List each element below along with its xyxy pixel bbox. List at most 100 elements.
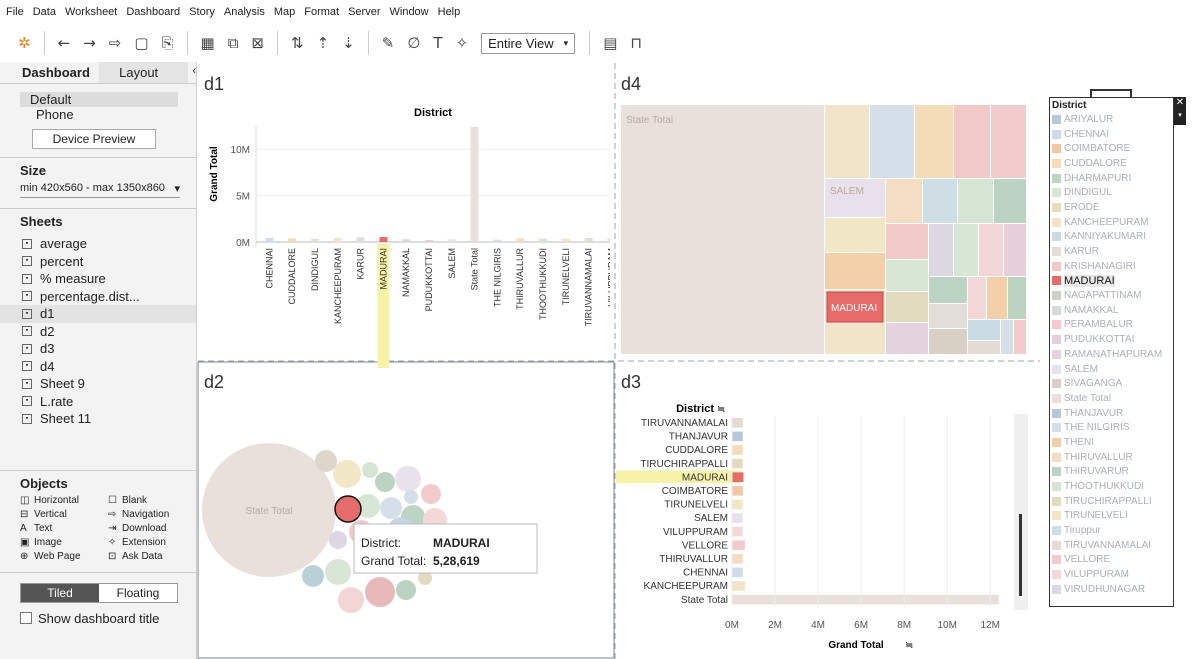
d3-bar[interactable] xyxy=(732,445,743,455)
d1-bar[interactable] xyxy=(379,237,388,242)
d3-bar[interactable] xyxy=(732,472,744,482)
bubble[interactable] xyxy=(338,587,364,613)
legend-item[interactable]: SIVAGANGA xyxy=(1050,376,1173,391)
bubble[interactable] xyxy=(395,466,421,492)
treemap-cell[interactable] xyxy=(915,105,953,178)
legend-item[interactable]: NAMAKKAL xyxy=(1050,303,1173,318)
d3-bar[interactable] xyxy=(732,458,743,469)
treemap-cell[interactable] xyxy=(929,329,967,354)
legend-item[interactable]: NAGAPATTINAM xyxy=(1050,288,1173,303)
legend-item[interactable]: VILUPPURAM xyxy=(1050,567,1173,582)
treemap-cell[interactable] xyxy=(954,105,990,178)
d1-bar[interactable] xyxy=(356,237,365,242)
treemap-cell[interactable] xyxy=(968,277,986,319)
legend-item[interactable]: KANNIYAKUMARI xyxy=(1050,230,1173,245)
legend-item[interactable]: PERAMBALUR xyxy=(1050,318,1173,333)
legend-item[interactable]: State Total xyxy=(1050,391,1173,406)
bubble[interactable] xyxy=(396,580,416,600)
legend-item[interactable]: TIRUCHIRAPPALLI xyxy=(1050,494,1173,509)
legend-item[interactable]: THANJAVUR xyxy=(1050,406,1173,421)
treemap-salem[interactable] xyxy=(825,179,885,217)
legend-item[interactable]: MADURAI xyxy=(1050,274,1173,289)
legend-item[interactable]: PUDUKKOTTAI xyxy=(1050,332,1173,347)
d1-bar[interactable] xyxy=(425,240,433,242)
legend-item[interactable]: CHENNAI xyxy=(1050,127,1173,142)
treemap-cell[interactable] xyxy=(825,253,885,289)
legend-item[interactable]: KANCHEEPURAM xyxy=(1050,215,1173,230)
legend-item[interactable]: RAMANATHAPURAM xyxy=(1050,347,1173,362)
treemap-cell[interactable] xyxy=(929,277,967,303)
d3-scrollbar-thumb[interactable] xyxy=(1019,514,1022,596)
legend-item[interactable]: CUDDALORE xyxy=(1050,156,1173,171)
treemap-cell[interactable] xyxy=(886,179,922,223)
d1-bar[interactable] xyxy=(607,238,610,242)
treemap-cell[interactable] xyxy=(929,304,967,328)
d1-bar[interactable] xyxy=(311,238,319,242)
close-icon[interactable]: ✕ xyxy=(1176,97,1184,108)
d3-bar[interactable] xyxy=(732,594,999,605)
legend-item[interactable]: THOOTHUKKUDI xyxy=(1050,479,1173,494)
d1-bar[interactable] xyxy=(470,126,479,242)
treemap-cell[interactable] xyxy=(991,105,1026,178)
treemap-cell[interactable] xyxy=(1014,320,1026,354)
legend-item[interactable]: ARIYALUR xyxy=(1050,112,1173,127)
chevron-down-icon[interactable]: ▾ xyxy=(1178,112,1182,119)
bubble[interactable] xyxy=(333,460,361,488)
d1-bar[interactable] xyxy=(584,237,593,242)
bubble[interactable] xyxy=(302,565,324,587)
d3-bar[interactable] xyxy=(732,581,745,591)
treemap-cell[interactable] xyxy=(994,179,1026,223)
d1-bar[interactable] xyxy=(516,238,525,242)
d1-bar[interactable] xyxy=(402,239,411,242)
d1-bar[interactable] xyxy=(493,239,502,242)
d1-bar[interactable] xyxy=(561,238,570,242)
treemap-cell[interactable] xyxy=(886,323,928,354)
legend-item[interactable]: KARUR xyxy=(1050,244,1173,259)
treemap-cell[interactable] xyxy=(987,277,1007,319)
d3-bar[interactable] xyxy=(732,526,743,537)
treemap-cell[interactable] xyxy=(968,320,1000,340)
legend-item[interactable]: Tiruppur xyxy=(1050,523,1173,538)
treemap-cell[interactable] xyxy=(929,224,953,276)
treemap-cell[interactable] xyxy=(870,105,914,178)
legend-item[interactable]: TIRUVANNAMALAI xyxy=(1050,538,1173,553)
legend-item[interactable]: THIRUVARUR xyxy=(1050,465,1173,480)
bubble[interactable] xyxy=(365,577,395,607)
legend-item[interactable]: THENI xyxy=(1050,435,1173,450)
d3-bar[interactable] xyxy=(732,554,743,564)
bubble[interactable] xyxy=(325,559,351,585)
bubble[interactable] xyxy=(362,462,378,478)
bubble[interactable] xyxy=(404,490,418,504)
treemap-cell[interactable] xyxy=(886,292,928,322)
treemap-state-total[interactable] xyxy=(621,105,824,354)
legend-item[interactable]: TIRUNELVELI xyxy=(1050,509,1173,524)
legend-menu[interactable]: ✕ ▾ xyxy=(1174,97,1186,125)
legend-item[interactable]: ERODE xyxy=(1050,200,1173,215)
treemap-cell[interactable] xyxy=(825,105,869,178)
treemap-cell[interactable] xyxy=(968,341,1000,354)
d3-bar[interactable] xyxy=(732,513,743,523)
treemap-cell[interactable] xyxy=(1008,277,1026,319)
legend-item[interactable]: KRISHANAGIRI xyxy=(1050,259,1173,274)
sort-icon[interactable]: ≒ xyxy=(905,640,913,651)
legend-item[interactable]: VELLORE xyxy=(1050,553,1173,568)
treemap-cell[interactable] xyxy=(979,224,1003,276)
sort-icon[interactable]: ≒ xyxy=(717,404,725,415)
d3-bar[interactable] xyxy=(732,499,743,510)
d1-bar[interactable] xyxy=(539,238,547,242)
legend-item[interactable]: COIMBATORE xyxy=(1050,141,1173,156)
legend-item[interactable]: DHARMAPURI xyxy=(1050,171,1173,186)
bubble[interactable] xyxy=(380,497,402,519)
treemap-cell[interactable] xyxy=(886,260,928,291)
treemap-cell[interactable] xyxy=(825,218,885,252)
legend-item[interactable]: SALEM xyxy=(1050,362,1173,377)
d3-bar[interactable] xyxy=(732,486,743,496)
bubble[interactable] xyxy=(421,484,441,504)
treemap-cell[interactable] xyxy=(923,179,957,223)
legend-item[interactable]: THIRUVALLUR xyxy=(1050,450,1173,465)
bubble[interactable] xyxy=(329,531,347,549)
treemap-cell[interactable] xyxy=(958,179,993,223)
treemap-cell[interactable] xyxy=(954,224,978,276)
bubble-madurai[interactable] xyxy=(334,495,362,523)
d3-bar[interactable] xyxy=(732,567,743,578)
